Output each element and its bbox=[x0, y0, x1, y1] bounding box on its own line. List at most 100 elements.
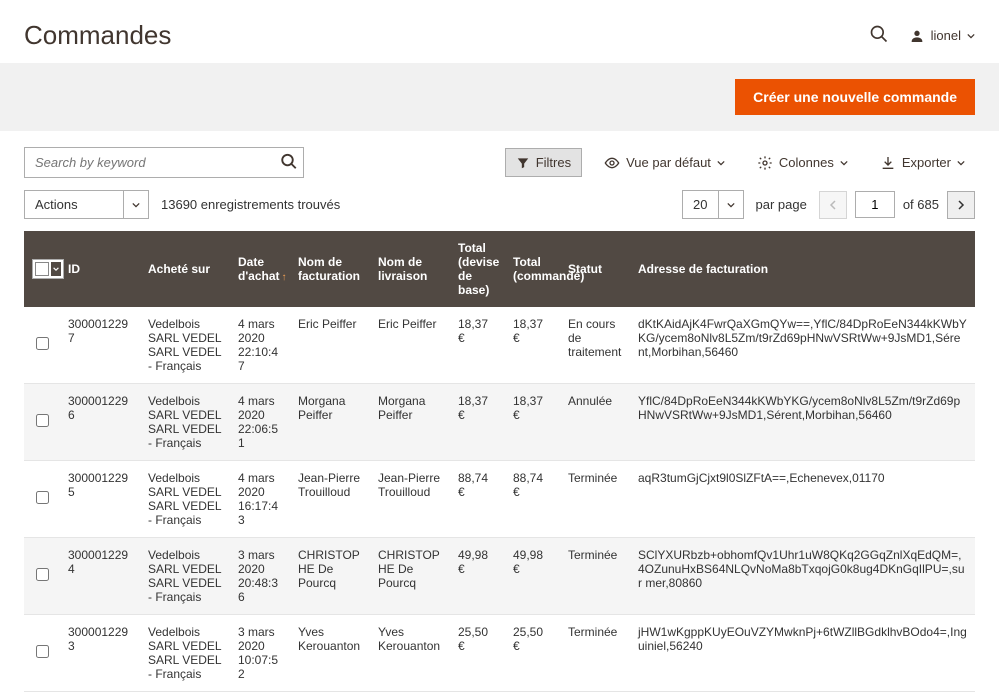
table-row[interactable]: 3000012295Vedelbois SARL VEDEL SARL VEDE… bbox=[24, 461, 975, 538]
row-checkbox[interactable] bbox=[36, 337, 49, 350]
cell-total-base: 25,50 € bbox=[450, 615, 505, 692]
page-header: Commandes lionel bbox=[24, 0, 975, 63]
cell-store: Vedelbois SARL VEDEL SARL VEDEL - França… bbox=[140, 384, 230, 461]
row-checkbox[interactable] bbox=[36, 491, 49, 504]
row-checkbox[interactable] bbox=[36, 645, 49, 658]
cell-bill-name: Eric Peiffer bbox=[290, 307, 370, 384]
search-icon bbox=[280, 152, 298, 170]
cell-date: 4 mars 2020 16:17:43 bbox=[230, 461, 290, 538]
cell-date: 4 mars 2020 22:10:47 bbox=[230, 307, 290, 384]
cell-bill-addr: dKtKAidAjK4FwrQaXGmQYw==,YflC/84DpRoEeN3… bbox=[630, 307, 975, 384]
page-size-caret[interactable] bbox=[719, 190, 744, 219]
chevron-down-icon bbox=[717, 159, 725, 167]
funnel-icon bbox=[516, 156, 530, 170]
cell-total-ordered: 25,50 € bbox=[505, 615, 560, 692]
export-button[interactable]: Exporter bbox=[870, 149, 975, 177]
col-bill-name[interactable]: Nom de facturation bbox=[290, 231, 370, 307]
col-id[interactable]: ID bbox=[60, 231, 140, 307]
chevron-down-icon bbox=[957, 159, 965, 167]
cell-status: Terminée bbox=[560, 538, 630, 615]
cell-bill-name: Jean-Pierre Trouilloud bbox=[290, 461, 370, 538]
cell-total-ordered: 18,37 € bbox=[505, 307, 560, 384]
cell-store: Vedelbois SARL VEDEL SARL VEDEL - França… bbox=[140, 307, 230, 384]
select-all-header[interactable] bbox=[24, 231, 60, 307]
row-checkbox[interactable] bbox=[36, 568, 49, 581]
actions-caret[interactable] bbox=[124, 190, 149, 219]
cell-bill-addr: aqR3tumGjCjxt9l0SlZFtA==,Echenevex,01170 bbox=[630, 461, 975, 538]
cell-status: Terminée bbox=[560, 461, 630, 538]
user-icon bbox=[909, 28, 925, 44]
actions-select[interactable]: Actions bbox=[24, 190, 149, 219]
cell-bill-name: Morgana Peiffer bbox=[290, 384, 370, 461]
of-label: of 685 bbox=[903, 197, 939, 212]
cell-total-ordered: 49,98 € bbox=[505, 538, 560, 615]
col-total-base[interactable]: Total (devise de base) bbox=[450, 231, 505, 307]
col-store[interactable]: Acheté sur bbox=[140, 231, 230, 307]
columns-button[interactable]: Colonnes bbox=[747, 149, 858, 177]
col-status[interactable]: Statut bbox=[560, 231, 630, 307]
row-checkbox[interactable] bbox=[36, 414, 49, 427]
current-page-input[interactable] bbox=[855, 191, 895, 218]
cell-total-ordered: 18,37 € bbox=[505, 384, 560, 461]
sort-arrow-icon: ↑ bbox=[282, 272, 287, 283]
col-bill-addr[interactable]: Adresse de facturation bbox=[630, 231, 975, 307]
page-size-select[interactable]: 20 bbox=[682, 190, 743, 219]
table-row[interactable]: 3000012296Vedelbois SARL VEDEL SARL VEDE… bbox=[24, 384, 975, 461]
create-order-button[interactable]: Créer une nouvelle commande bbox=[735, 79, 975, 115]
cell-ship-name: Morgana Peiffer bbox=[370, 384, 450, 461]
record-count: 13690 enregistrements trouvés bbox=[161, 197, 340, 212]
cell-status: En cours de traitement bbox=[560, 307, 630, 384]
cell-store: Vedelbois SARL VEDEL SARL VEDEL - França… bbox=[140, 615, 230, 692]
cell-bill-addr: jHW1wKgppKUyEOuVZYMwknPj+6tWZllBGdklhvBO… bbox=[630, 615, 975, 692]
next-page-button[interactable] bbox=[947, 191, 975, 219]
gear-icon bbox=[757, 155, 773, 171]
chevron-down-icon bbox=[53, 266, 59, 272]
cell-date: 3 mars 2020 10:07:52 bbox=[230, 615, 290, 692]
search-toggle-button[interactable] bbox=[865, 20, 893, 51]
page-title: Commandes bbox=[24, 20, 171, 51]
action-bar: Créer une nouvelle commande bbox=[0, 63, 999, 131]
cell-store: Vedelbois SARL VEDEL SARL VEDEL - França… bbox=[140, 461, 230, 538]
cell-total-base: 49,98 € bbox=[450, 538, 505, 615]
cell-bill-name: Yves Kerouanton bbox=[290, 615, 370, 692]
table-row[interactable]: 3000012297Vedelbois SARL VEDEL SARL VEDE… bbox=[24, 307, 975, 384]
col-date[interactable]: Date d'achat↑ bbox=[230, 231, 290, 307]
cell-date: 3 mars 2020 20:48:36 bbox=[230, 538, 290, 615]
eye-icon bbox=[604, 155, 620, 171]
user-name: lionel bbox=[931, 28, 961, 43]
cell-total-base: 88,74 € bbox=[450, 461, 505, 538]
cell-status: Annulée bbox=[560, 384, 630, 461]
prev-page-button[interactable] bbox=[819, 191, 847, 219]
export-icon bbox=[880, 155, 896, 171]
chevron-left-icon bbox=[828, 200, 838, 210]
col-ship-name[interactable]: Nom de livraison bbox=[370, 231, 450, 307]
default-view-button[interactable]: Vue par défaut bbox=[594, 149, 735, 177]
cell-date: 4 mars 2020 22:06:51 bbox=[230, 384, 290, 461]
chevron-right-icon bbox=[956, 200, 966, 210]
filters-button[interactable]: Filtres bbox=[505, 148, 582, 177]
cell-store: Vedelbois SARL VEDEL SARL VEDEL - França… bbox=[140, 538, 230, 615]
cell-status: Terminée bbox=[560, 615, 630, 692]
table-row[interactable]: 3000012293Vedelbois SARL VEDEL SARL VEDE… bbox=[24, 615, 975, 692]
cell-total-ordered: 88,74 € bbox=[505, 461, 560, 538]
user-menu[interactable]: lionel bbox=[909, 28, 975, 44]
cell-ship-name: Yves Kerouanton bbox=[370, 615, 450, 692]
cell-bill-name: CHRISTOPHE De Pourcq bbox=[290, 538, 370, 615]
cell-bill-addr: SClYXURbzb+obhomfQv1Uhr1uW8QKq2GGqZnlXqE… bbox=[630, 538, 975, 615]
cell-total-base: 18,37 € bbox=[450, 307, 505, 384]
cell-id: 3000012294 bbox=[60, 538, 140, 615]
col-total-ordered[interactable]: Total (commandé) bbox=[505, 231, 560, 307]
table-row[interactable]: 3000012294Vedelbois SARL VEDEL SARL VEDE… bbox=[24, 538, 975, 615]
orders-table: ID Acheté sur Date d'achat↑ Nom de factu… bbox=[24, 231, 975, 692]
cell-total-base: 18,37 € bbox=[450, 384, 505, 461]
cell-id: 3000012297 bbox=[60, 307, 140, 384]
chevron-down-icon bbox=[840, 159, 848, 167]
cell-id: 3000012295 bbox=[60, 461, 140, 538]
cell-ship-name: Eric Peiffer bbox=[370, 307, 450, 384]
search-button[interactable] bbox=[280, 152, 298, 173]
search-input[interactable] bbox=[24, 147, 304, 178]
search-icon bbox=[869, 24, 889, 44]
search-wrapper bbox=[24, 147, 304, 178]
cell-bill-addr: YflC/84DpRoEeN344kKWbYKG/ycem8oNlv8L5Zm/… bbox=[630, 384, 975, 461]
cell-ship-name: Jean-Pierre Trouilloud bbox=[370, 461, 450, 538]
